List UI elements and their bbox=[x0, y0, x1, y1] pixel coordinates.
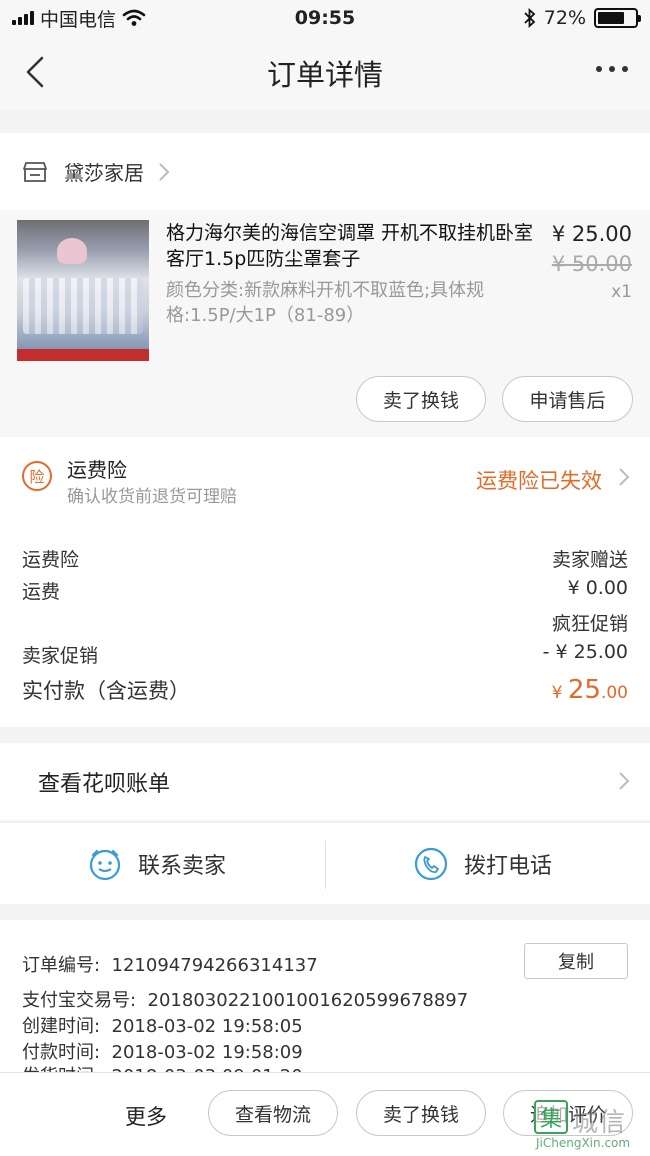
fee-label: 运费险 bbox=[22, 549, 80, 571]
insurance-icon: 险 bbox=[22, 461, 52, 491]
alipay-number-row: 支付宝交易号: 2018030221001001620599678897 bbox=[22, 986, 468, 1012]
fee-row-shipping: 运费 ¥ 0.00 bbox=[22, 577, 628, 604]
total-amount: ¥ 25.00 bbox=[552, 675, 628, 705]
carrier-label: 中国电信 bbox=[40, 8, 117, 31]
more-button[interactable]: 更多 bbox=[125, 1101, 167, 1131]
product-original-price: ¥ 50.00 bbox=[551, 252, 632, 276]
battery-fill bbox=[598, 12, 624, 24]
more-icon[interactable] bbox=[596, 66, 628, 72]
product-price: ¥ 25.00 bbox=[551, 222, 632, 246]
status-bar: 中国电信 09:55 72% bbox=[0, 0, 650, 36]
battery-icon bbox=[594, 8, 641, 28]
huabei-label: 查看花呗账单 bbox=[38, 771, 171, 797]
after-sales-button[interactable]: 申请售后 bbox=[502, 376, 633, 422]
order-number: 121094794266314137 bbox=[111, 955, 318, 976]
product-thumbnail[interactable] bbox=[17, 220, 149, 361]
chevron-right-icon bbox=[619, 468, 630, 486]
promo-tag: 疯狂促销 bbox=[551, 613, 628, 635]
fee-value: ¥ 0.00 bbox=[567, 577, 628, 599]
order-number-label: 订单编号: bbox=[22, 955, 101, 976]
signal-icon bbox=[12, 11, 34, 25]
nav-bar: 订单详情 bbox=[0, 36, 650, 110]
status-left: 中国电信 bbox=[12, 5, 146, 32]
product-sku: 颜色分类:新款麻料开机不取蓝色;具体规格:1.5P/大1P（81-89） bbox=[166, 280, 485, 326]
total-row: 实付款（含运费） ¥ 25.00 bbox=[22, 675, 628, 705]
paid-time-row: 付款时间: 2018-03-02 19:58:09 bbox=[22, 1038, 303, 1064]
fee-label: 运费 bbox=[22, 581, 61, 603]
page-title: 订单详情 bbox=[266, 58, 383, 92]
copy-button[interactable]: 复制 bbox=[524, 943, 628, 979]
wifi-icon bbox=[122, 9, 146, 26]
contact-seller-button[interactable]: 联系卖家 bbox=[88, 823, 226, 905]
fee-summary: 运费险 卖家赠送 运费 ¥ 0.00 疯狂促销 卖家促销 - ¥ 25.00 实… bbox=[0, 521, 650, 727]
total-decimal: .00 bbox=[600, 683, 628, 703]
paid-time: 2018-03-02 19:58:09 bbox=[111, 1042, 303, 1063]
insurance-title: 运费险 bbox=[67, 458, 127, 482]
paid-time-label: 付款时间: bbox=[22, 1042, 101, 1063]
alipay-number-label: 支付宝交易号: bbox=[22, 990, 137, 1011]
total-currency: ¥ bbox=[551, 683, 568, 703]
watermark-logo: 集 城信 JiChengXin.com bbox=[534, 1100, 644, 1150]
product-item[interactable]: 格力海尔美的海信空调罩 开机不取挂机卧室客厅1.5p匹防尘罩套子 颜色分类:新款… bbox=[0, 210, 650, 437]
created-time: 2018-03-02 19:58:05 bbox=[111, 1016, 303, 1037]
product-title: 格力海尔美的海信空调罩 开机不取挂机卧室客厅1.5p匹防尘罩套子 bbox=[166, 222, 534, 270]
call-phone-button[interactable]: 拨打电话 bbox=[414, 823, 552, 905]
created-time-label: 创建时间: bbox=[22, 1016, 101, 1037]
watermark-text: 城信 bbox=[572, 1108, 627, 1138]
order-number-row: 订单编号: 121094794266314137 bbox=[22, 951, 318, 977]
insurance-status: 运费险已失效 bbox=[476, 469, 602, 493]
chevron-right-icon bbox=[159, 162, 170, 181]
resell-button[interactable]: 卖了换钱 bbox=[356, 376, 486, 422]
chat-icon bbox=[89, 849, 121, 881]
store-icon bbox=[23, 161, 47, 182]
contact-seller-label: 联系卖家 bbox=[138, 854, 227, 879]
shop-name: 黛莎家居 bbox=[64, 161, 144, 185]
watermark-box: 集 bbox=[534, 1100, 568, 1134]
alipay-number: 2018030221001001620599678897 bbox=[147, 990, 469, 1011]
fee-row-insurance: 运费险 卖家赠送 bbox=[22, 545, 628, 572]
shipping-insurance-row[interactable]: 险 运费险 确认收货前退货可理赔 运费险已失效 bbox=[0, 437, 650, 521]
call-phone-label: 拨打电话 bbox=[464, 854, 553, 879]
fee-value: 卖家赠送 bbox=[551, 549, 628, 571]
resell-button[interactable]: 卖了换钱 bbox=[356, 1090, 486, 1136]
chevron-right-icon bbox=[619, 772, 630, 790]
huabei-bill-row[interactable]: 查看花呗账单 bbox=[0, 743, 650, 820]
status-right: 72% bbox=[524, 7, 641, 29]
product-quantity: x1 bbox=[611, 282, 632, 302]
watermark-url: JiChengXin.com bbox=[536, 1136, 631, 1150]
battery-percent: 72% bbox=[543, 7, 586, 29]
view-logistics-button[interactable]: 查看物流 bbox=[208, 1090, 338, 1136]
contact-bar: 联系卖家 拨打电话 bbox=[0, 822, 650, 904]
fee-value: - ¥ 25.00 bbox=[542, 641, 628, 663]
total-integer: 25 bbox=[567, 675, 601, 705]
total-label: 实付款（含运费） bbox=[22, 679, 190, 703]
phone-icon bbox=[414, 847, 448, 881]
divider bbox=[325, 841, 326, 889]
bluetooth-icon bbox=[524, 8, 536, 28]
shop-row[interactable]: 黛莎家居 bbox=[0, 133, 650, 210]
order-info: 订单编号: 121094794266314137 复制 支付宝交易号: 2018… bbox=[0, 920, 650, 1090]
fee-label: 卖家促销 bbox=[22, 645, 99, 667]
created-time-row: 创建时间: 2018-03-02 19:58:05 bbox=[22, 1012, 303, 1038]
fee-row-promotion: 卖家促销 - ¥ 25.00 bbox=[22, 641, 628, 668]
back-icon[interactable] bbox=[18, 54, 54, 90]
insurance-description: 确认收货前退货可理赔 bbox=[67, 487, 237, 507]
